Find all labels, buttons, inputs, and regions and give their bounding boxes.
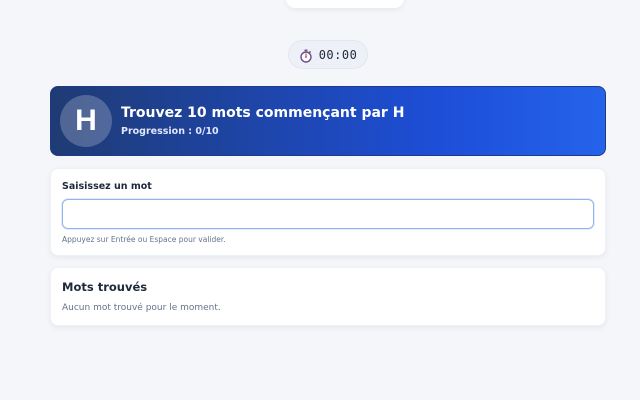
found-words-empty-message: Aucun mot trouvé pour le moment. bbox=[62, 303, 221, 313]
timer-value: 00:00 bbox=[318, 47, 358, 62]
word-input[interactable] bbox=[62, 199, 594, 229]
letter-avatar: H bbox=[60, 95, 112, 147]
found-words-title: Mots trouvés bbox=[62, 280, 148, 294]
stopwatch-icon bbox=[299, 48, 313, 63]
top-pill bbox=[286, 0, 404, 8]
word-input-label: Saisissez un mot bbox=[62, 181, 152, 192]
challenge-title: Trouvez 10 mots commençant par H bbox=[121, 105, 405, 121]
input-hint: Appuyez sur Entrée ou Espace pour valide… bbox=[62, 235, 226, 244]
word-input-card: Saisissez un mot Appuyez sur Entrée ou E… bbox=[50, 168, 606, 256]
challenge-banner: H Trouvez 10 mots commençant par H Progr… bbox=[50, 86, 606, 156]
progress-text: Progression : 0/10 bbox=[121, 126, 219, 137]
page: 00:00 H Trouvez 10 mots commençant par H… bbox=[0, 0, 640, 400]
banner-text: Trouvez 10 mots commençant par H Progres… bbox=[121, 105, 404, 137]
found-words-card: Mots trouvés Aucun mot trouvé pour le mo… bbox=[50, 267, 606, 326]
timer: 00:00 bbox=[288, 40, 368, 69]
